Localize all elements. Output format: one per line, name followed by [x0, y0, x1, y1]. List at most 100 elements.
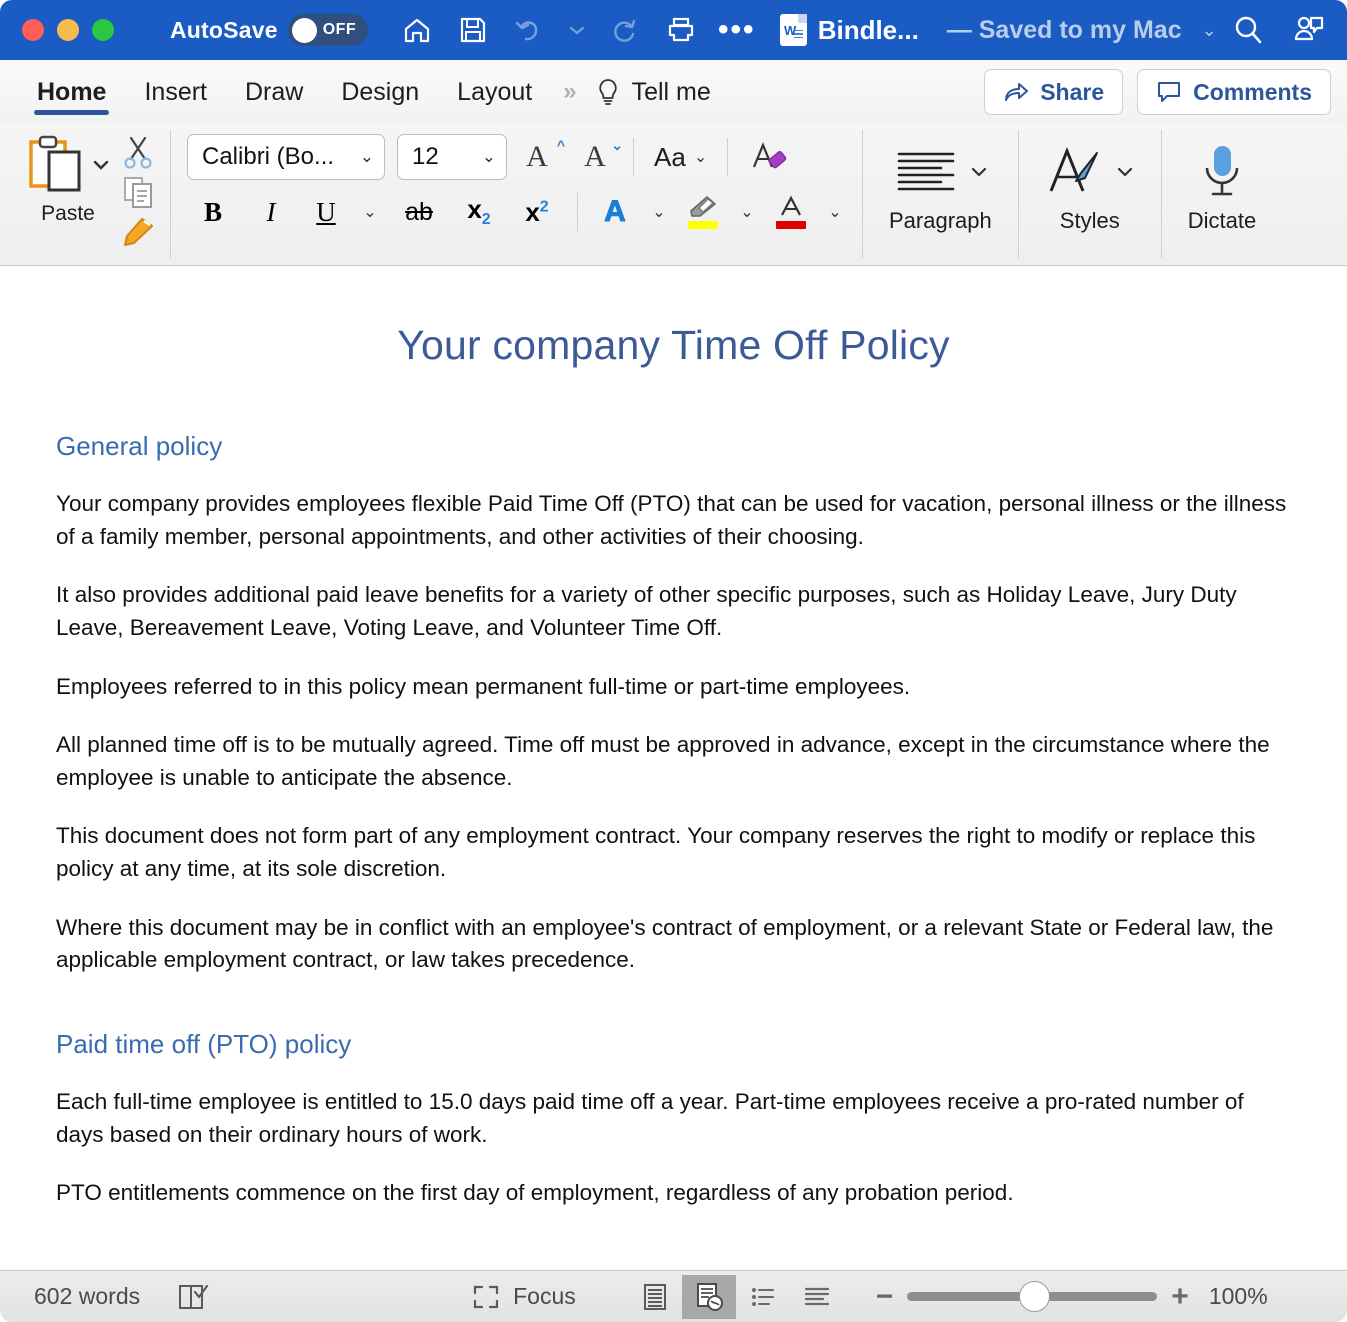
font-color-chevron-down-icon[interactable]: ⌄: [820, 190, 850, 234]
tab-layout[interactable]: Layout: [438, 60, 551, 124]
grow-font-caret-up-icon: ^: [556, 137, 565, 153]
font-size-chevron-down-icon: ⌄: [481, 147, 496, 166]
font-group: Calibri (Bo... ⌄ 12 ⌄ A ^ A ⌄ Aa ⌄ B I U…: [171, 130, 863, 258]
tab-draw[interactable]: Draw: [226, 60, 322, 124]
tab-draw-label: Draw: [245, 77, 304, 106]
tell-me-label: Tell me: [631, 77, 711, 106]
subscript-button[interactable]: x2: [453, 190, 505, 234]
change-case-button[interactable]: Aa ⌄: [654, 135, 707, 179]
strikethrough-button[interactable]: ab: [391, 190, 447, 234]
quick-access-toolbar: •••: [400, 13, 754, 47]
dictate-group[interactable]: Dictate: [1162, 130, 1282, 258]
outline-view-button[interactable]: [736, 1275, 790, 1319]
section-heading-general-policy: General policy: [56, 431, 223, 461]
highlight-color-button[interactable]: [680, 190, 726, 234]
lightbulb-icon: [598, 79, 617, 105]
grow-font-label: A: [526, 140, 548, 173]
shrink-font-caret-down-icon: ⌄: [611, 137, 623, 153]
document-menu-chevron-down-icon[interactable]: ⌄: [1202, 20, 1217, 41]
share-button[interactable]: Share: [984, 69, 1124, 115]
document-canvas[interactable]: Your company Time Off Policy General pol…: [0, 266, 1347, 1270]
paste-label: Paste: [41, 202, 95, 225]
cut-icon[interactable]: [120, 134, 156, 170]
styles-group[interactable]: Styles: [1019, 130, 1162, 258]
text-effects-button[interactable]: A: [592, 190, 638, 234]
tab-design-label: Design: [341, 77, 420, 106]
paste-button[interactable]: Paste: [22, 130, 114, 226]
shrink-font-label: A: [584, 140, 606, 173]
font-color-swatch: [776, 221, 806, 229]
home-icon[interactable]: [400, 13, 434, 47]
superscript-label: x2: [525, 196, 549, 227]
undo-dropdown-chevron-down-icon[interactable]: [568, 13, 586, 47]
tab-overflow-chevron-right-icon[interactable]: »: [563, 78, 577, 106]
font-name-value: Calibri (Bo...: [202, 143, 335, 170]
minimize-window-button[interactable]: [57, 19, 79, 41]
strikethrough-label: ab: [405, 197, 433, 226]
title-bar-right-controls: [1231, 13, 1347, 47]
font-size-combobox[interactable]: 12 ⌄: [397, 134, 507, 180]
italic-button[interactable]: I: [245, 190, 297, 234]
paragraph: It also provides additional paid leave b…: [56, 582, 1237, 640]
font-size-value: 12: [412, 143, 439, 170]
web-layout-view-button[interactable]: [681, 1274, 736, 1319]
font-color-button[interactable]: [768, 190, 814, 234]
underline-chevron-down-icon[interactable]: ⌄: [355, 190, 385, 234]
grow-font-button[interactable]: A ^: [519, 135, 565, 179]
zoom-slider-handle[interactable]: [1019, 1281, 1051, 1312]
text-effects-caret: ⌄: [652, 204, 666, 221]
zoom-slider[interactable]: [907, 1281, 1158, 1312]
font-name-combobox[interactable]: Calibri (Bo... ⌄: [187, 134, 385, 180]
more-dots: •••: [717, 13, 756, 46]
highlight-color-swatch: [688, 221, 718, 229]
redo-icon[interactable]: [608, 13, 642, 47]
draft-view-button[interactable]: [790, 1275, 844, 1319]
autosave-label: AutoSave: [170, 16, 278, 43]
more-icon[interactable]: •••: [717, 13, 756, 47]
print-layout-view-button[interactable]: [628, 1275, 682, 1319]
undo-icon[interactable]: [512, 13, 546, 47]
superscript-button[interactable]: x2: [511, 190, 563, 234]
text-effects-chevron-down-icon[interactable]: ⌄: [644, 190, 674, 234]
autosave-toggle[interactable]: OFF: [287, 14, 368, 46]
format-painter-icon[interactable]: [120, 214, 156, 250]
tell-me-button[interactable]: Tell me: [595, 77, 711, 107]
tab-insert[interactable]: Insert: [125, 60, 226, 124]
text-effects-label: A: [604, 195, 627, 229]
zoom-level-label[interactable]: 100%: [1209, 1283, 1268, 1310]
clear-formatting-icon[interactable]: [748, 135, 788, 179]
close-window-button[interactable]: [22, 19, 44, 41]
focus-button[interactable]: Focus: [471, 1283, 576, 1311]
word-count[interactable]: 602 words: [34, 1283, 140, 1310]
save-icon[interactable]: [456, 13, 490, 47]
styles-chevron-down-icon: [1117, 167, 1132, 177]
paste-icon-row: [25, 134, 111, 196]
print-icon[interactable]: [664, 13, 698, 47]
paragraph-chevron-down-icon: [972, 167, 987, 177]
copy-icon[interactable]: [120, 174, 156, 210]
print-layout-icon: [643, 1283, 666, 1310]
zoom-out-button[interactable]: −: [876, 1281, 894, 1312]
zoom-in-button[interactable]: +: [1171, 1281, 1189, 1312]
account-icon[interactable]: [1291, 13, 1325, 47]
highlight-chevron-down-icon[interactable]: ⌄: [732, 190, 762, 234]
underline-button[interactable]: U: [303, 190, 349, 234]
document-title[interactable]: Bindle...: [818, 15, 919, 46]
bold-button[interactable]: B: [187, 190, 239, 234]
italic-label: I: [266, 196, 276, 227]
maximize-window-button[interactable]: [92, 19, 114, 41]
paragraph-group[interactable]: Paragraph: [863, 130, 1019, 258]
comments-button[interactable]: Comments: [1137, 69, 1331, 115]
styles-icon: [1045, 136, 1135, 208]
font-name-chevron-down-icon: ⌄: [359, 147, 374, 166]
shrink-font-button[interactable]: A ⌄: [577, 135, 623, 179]
change-case-label: Aa: [654, 141, 686, 172]
tab-design[interactable]: Design: [322, 60, 438, 124]
draft-icon: [804, 1287, 829, 1305]
document-title-heading: Your company Time Off Policy: [397, 322, 950, 368]
spellcheck-icon[interactable]: [170, 1275, 216, 1319]
ribbon-body: Paste Calibri (Bo... ⌄ 12 ⌄ A ^ A ⌄ Aa ⌄…: [0, 124, 1347, 266]
tab-home[interactable]: Home: [18, 60, 125, 124]
autosave-control[interactable]: AutoSave OFF: [170, 14, 368, 46]
search-icon[interactable]: [1231, 13, 1265, 47]
